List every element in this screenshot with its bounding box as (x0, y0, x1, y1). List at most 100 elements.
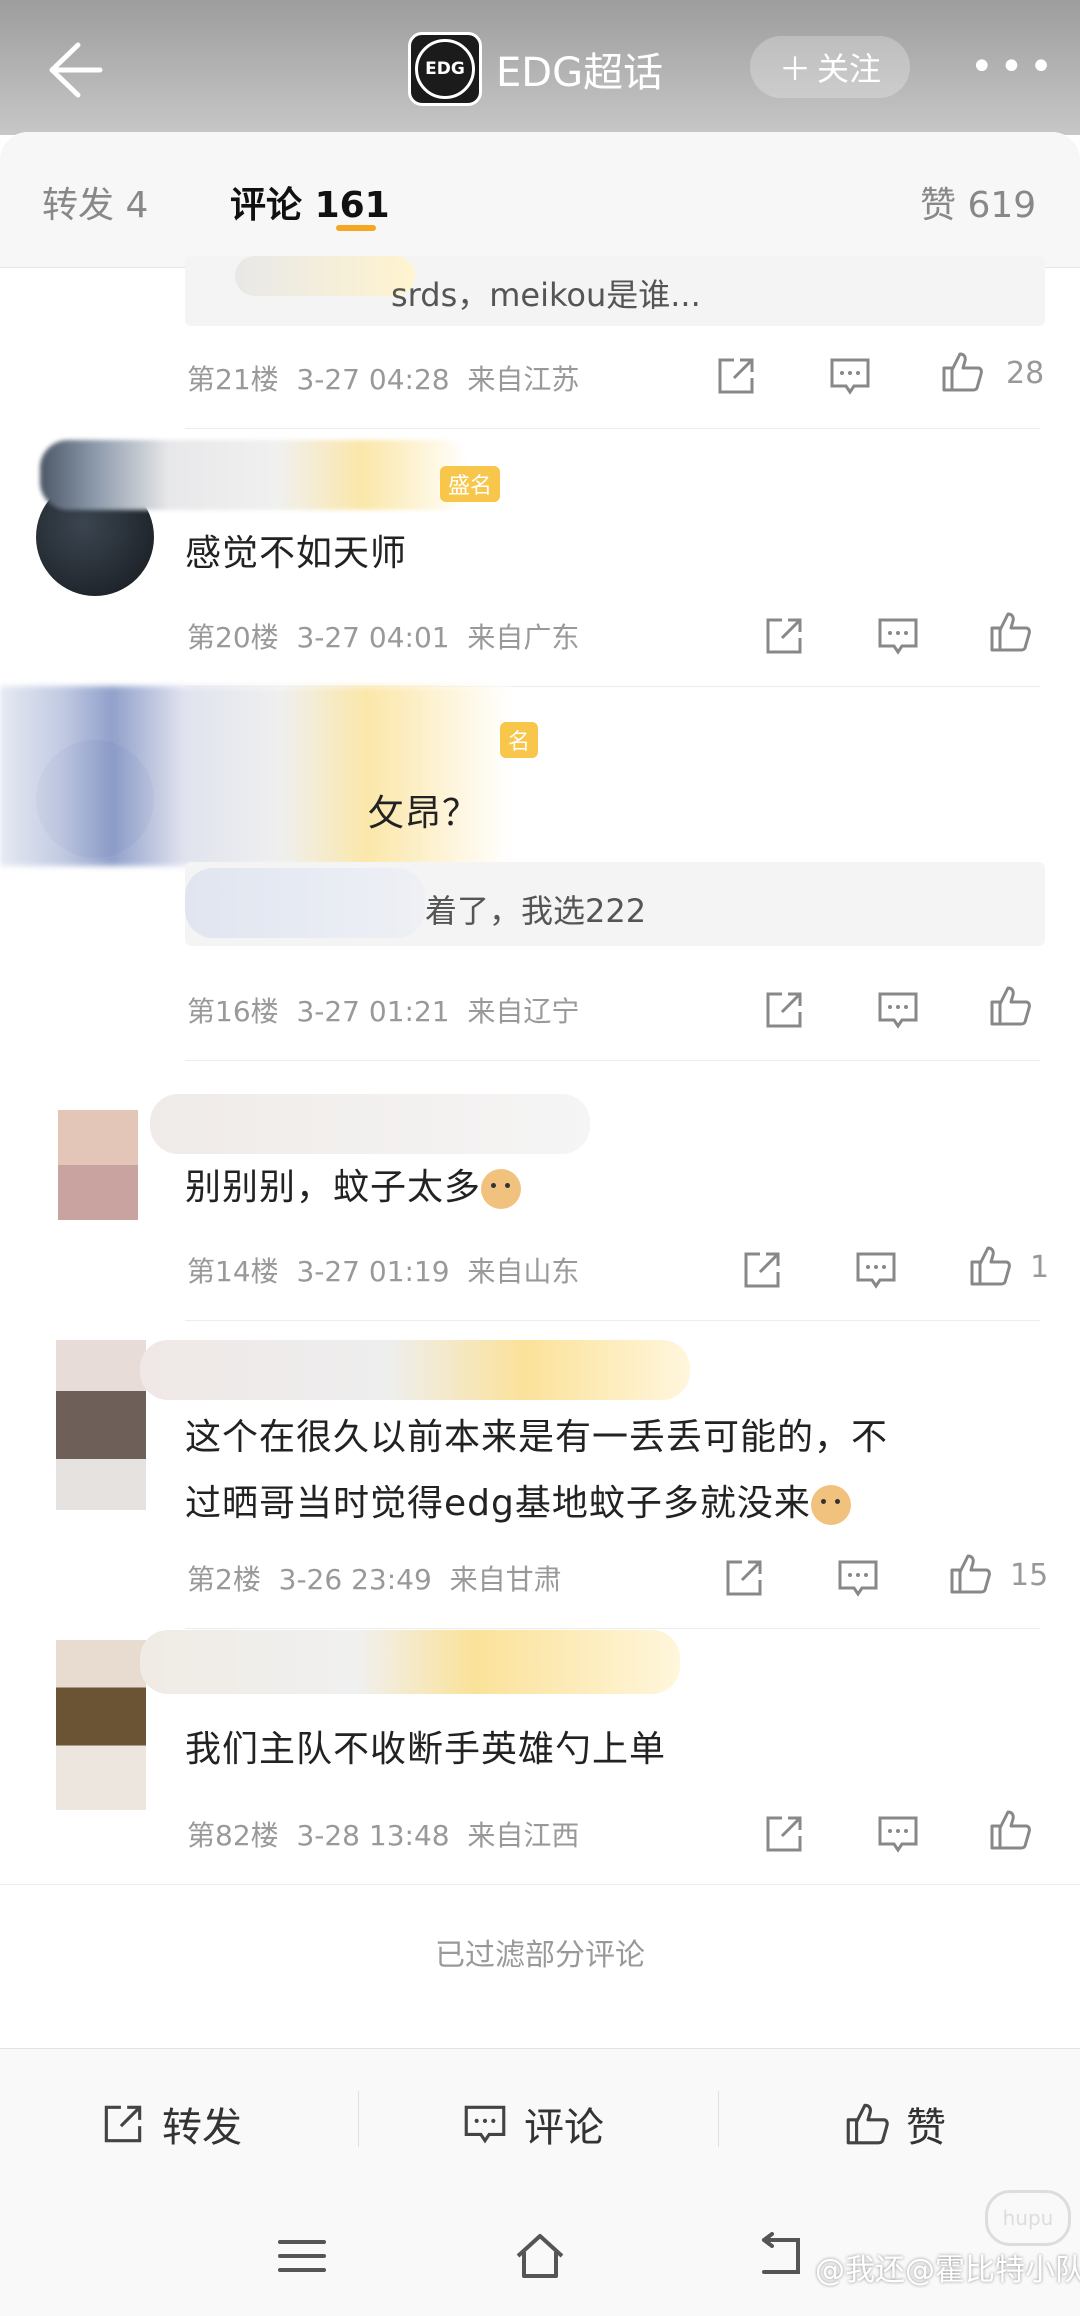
tab-like-label: 赞 (920, 185, 957, 226)
comment-icon[interactable] (852, 1246, 900, 1294)
user-avatar[interactable] (56, 1640, 146, 1810)
more-icon[interactable]: ••• (970, 44, 1053, 90)
quoted-reply[interactable]: srds，meikou是谁... (185, 256, 1045, 326)
comment-text-line-2: 过晒哥当时觉得edg基地蚊子多就没来 (185, 1474, 851, 1526)
menu-icon[interactable] (272, 2226, 332, 2286)
comment-icon[interactable] (874, 1810, 922, 1858)
share-icon (104, 2105, 142, 2143)
like-label: 赞 (906, 2105, 946, 2151)
share-icon[interactable] (760, 986, 808, 1034)
timestamp: 3-27 01:21 (296, 995, 450, 1028)
tab-like[interactable]: 赞 619 (920, 176, 1036, 228)
topic-logo[interactable]: EDG (408, 32, 482, 106)
blurred-username (40, 440, 470, 510)
comment-button[interactable]: 评论 (460, 2095, 604, 2153)
comment-meta: 第21楼 3-27 04:28 来自江苏 (187, 358, 579, 398)
comment-icon[interactable] (826, 352, 874, 400)
back-arrow-icon[interactable] (38, 35, 108, 105)
thumbs-up-icon[interactable] (966, 1242, 1014, 1290)
active-tab-indicator (336, 225, 376, 231)
quote-text: srds，meikou是谁... (391, 276, 701, 314)
hupu-watermark-logo: hupu (985, 2190, 1071, 2246)
blurred-quote-name (235, 256, 415, 296)
comment-meta: 第82楼 3-28 13:48 来自江西 (187, 1814, 579, 1854)
thumbs-up-icon[interactable] (986, 608, 1034, 656)
comment-meta: 第20楼 3-27 04:01 来自广东 (187, 616, 579, 656)
timestamp: 3-27 01:19 (296, 1255, 450, 1288)
floor-label: 第21楼 (187, 363, 279, 396)
fan-badge: 盛名 (440, 466, 501, 502)
watermark: @我还@霍比特小队儿 (815, 2253, 1080, 2288)
thumbs-up-icon[interactable] (946, 1550, 994, 1598)
tab-repost-count: 4 (125, 185, 149, 226)
location-label: 来自辽宁 (467, 995, 580, 1028)
comment-meta: 第2楼 3-26 23:49 来自甘肃 (187, 1558, 562, 1598)
fan-badge: 名 (500, 722, 539, 758)
blurred-username (140, 1630, 680, 1694)
floor-label: 第14楼 (187, 1255, 279, 1288)
follow-button[interactable]: ＋ 关注 (750, 36, 910, 98)
thumbs-up-icon[interactable] (986, 1806, 1034, 1854)
like-count: 15 (1010, 1558, 1049, 1593)
blurred-username (0, 686, 510, 866)
doge-emoji-icon (810, 1485, 851, 1525)
tab-repost[interactable]: 转发 4 (42, 176, 148, 228)
comment-icon[interactable] (834, 1554, 882, 1602)
user-avatar[interactable] (56, 1340, 146, 1510)
tab-comment-count: 161 (314, 185, 390, 226)
thumbs-up-icon (846, 2103, 889, 2145)
bottom-action-bar: 转发 评论 赞 (0, 2048, 1080, 2197)
like-button[interactable]: 赞 (842, 2095, 946, 2153)
floor-label: 第16楼 (187, 995, 279, 1028)
quoted-reply[interactable]: 着了，我选222 (185, 862, 1045, 946)
floor-label: 第20楼 (187, 621, 279, 654)
divider (185, 1320, 1040, 1321)
divider (0, 1884, 1080, 1885)
timestamp: 3-26 23:49 (278, 1563, 432, 1596)
share-icon[interactable] (712, 352, 760, 400)
blurred-quote-name (185, 868, 425, 938)
home-icon[interactable] (510, 2226, 570, 2286)
comment-text-content: 过晒哥当时觉得edg基地蚊子多就没来 (185, 1483, 811, 1524)
share-icon[interactable] (760, 1810, 808, 1858)
top-bar: EDG EDG超话 ＋ 关注 ••• (0, 0, 1080, 135)
thumbs-up-icon[interactable] (938, 348, 986, 396)
comment-text-content: 别别别，蚊子太多 (185, 1167, 482, 1208)
location-label: 来自山东 (467, 1255, 580, 1288)
repost-button[interactable]: 转发 (98, 2095, 242, 2153)
comment-icon[interactable] (874, 612, 922, 660)
location-label: 来自广东 (467, 621, 580, 654)
topic-title[interactable]: EDG超话 (496, 40, 663, 98)
share-icon[interactable] (738, 1246, 786, 1294)
tab-bar: 转发 4 评论 161 赞 619 (0, 132, 1080, 268)
like-count: 1 (1030, 1250, 1050, 1285)
user-avatar[interactable] (58, 1110, 138, 1220)
comment-text: 别别别，蚊子太多 (185, 1158, 522, 1210)
divider (185, 428, 1040, 429)
floor-label: 第82楼 (187, 1819, 279, 1852)
plus-icon: ＋ (778, 50, 811, 88)
blurred-username (140, 1340, 690, 1400)
tab-comment-label: 评论 (230, 185, 303, 226)
quote-text: 着了，我选222 (425, 892, 647, 930)
location-label: 来自江苏 (467, 363, 580, 396)
comment-meta: 第16楼 3-27 01:21 来自辽宁 (187, 990, 579, 1030)
comment-icon (464, 2105, 506, 2144)
blurred-username (150, 1094, 590, 1154)
separator (718, 2091, 719, 2147)
timestamp: 3-27 04:28 (296, 363, 450, 396)
back-icon[interactable] (752, 2226, 812, 2286)
thumbs-up-icon[interactable] (986, 982, 1034, 1030)
tab-comment[interactable]: 评论 161 (230, 176, 390, 228)
comment-meta: 第14楼 3-27 01:19 来自山东 (187, 1250, 579, 1290)
doge-emoji-icon (481, 1169, 522, 1209)
tab-repost-label: 转发 (42, 185, 115, 226)
timestamp: 3-27 04:01 (296, 621, 450, 654)
filtered-note[interactable]: 已过滤部分评论 (0, 1930, 1080, 1974)
share-icon[interactable] (760, 612, 808, 660)
share-icon[interactable] (720, 1554, 768, 1602)
tab-like-count: 619 (967, 185, 1037, 226)
separator (358, 2091, 359, 2147)
timestamp: 3-28 13:48 (296, 1819, 450, 1852)
comment-icon[interactable] (874, 986, 922, 1034)
